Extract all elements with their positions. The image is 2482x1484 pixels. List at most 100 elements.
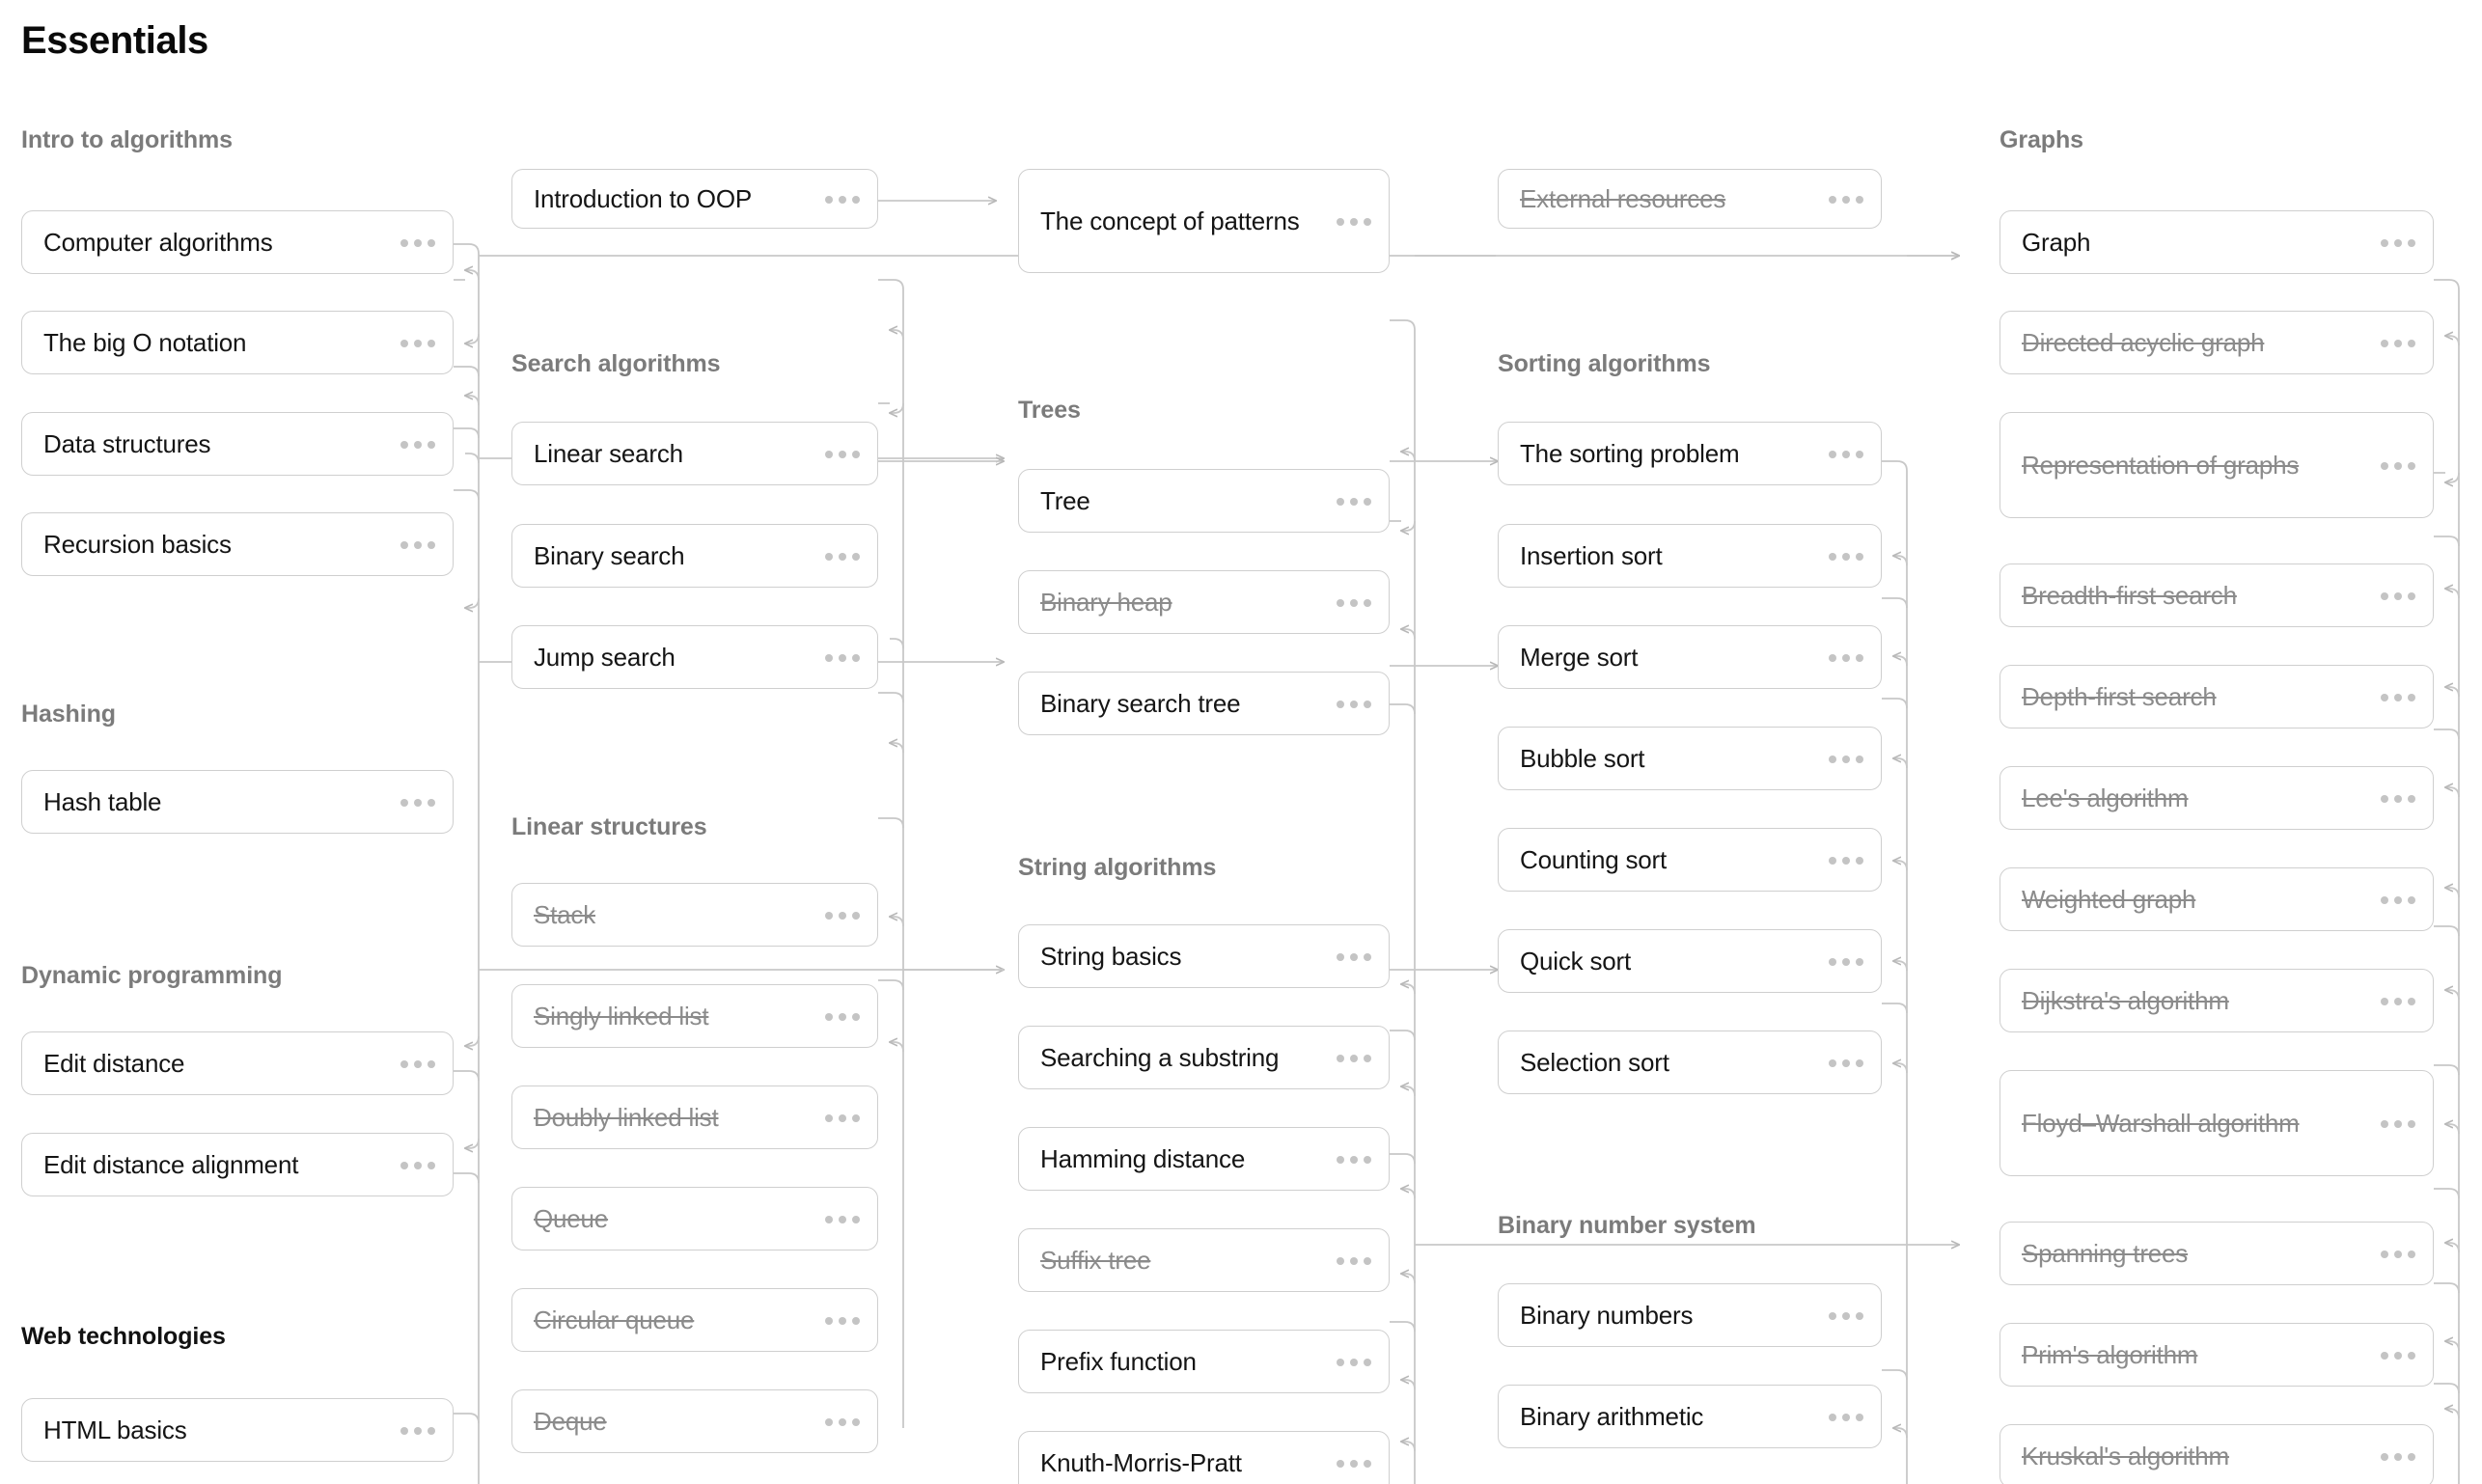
roadmap-card[interactable]: Tree bbox=[1018, 469, 1390, 533]
ellipsis-icon[interactable] bbox=[825, 1086, 860, 1149]
ellipsis-icon[interactable] bbox=[2381, 210, 2415, 274]
roadmap-card[interactable]: Doubly linked list bbox=[511, 1086, 878, 1149]
roadmap-card[interactable]: Linear search bbox=[511, 422, 878, 485]
roadmap-card[interactable]: Kruskal's algorithm bbox=[1999, 1424, 2434, 1484]
roadmap-card[interactable]: External resources bbox=[1498, 169, 1882, 229]
roadmap-card[interactable]: Knuth-Morris-Pratt bbox=[1018, 1431, 1390, 1484]
ellipsis-icon[interactable] bbox=[1829, 727, 1863, 790]
roadmap-card[interactable]: Breadth-first search bbox=[1999, 563, 2434, 627]
ellipsis-icon[interactable] bbox=[825, 422, 860, 485]
roadmap-card[interactable]: Hamming distance bbox=[1018, 1127, 1390, 1191]
ellipsis-icon[interactable] bbox=[1337, 1330, 1371, 1393]
ellipsis-icon[interactable] bbox=[400, 1031, 435, 1095]
ellipsis-icon[interactable] bbox=[1337, 1228, 1371, 1292]
roadmap-card[interactable]: Dijkstra's algorithm bbox=[1999, 969, 2434, 1032]
ellipsis-icon[interactable] bbox=[825, 169, 860, 229]
roadmap-card[interactable]: Lee's algorithm bbox=[1999, 766, 2434, 830]
ellipsis-icon[interactable] bbox=[1337, 469, 1371, 533]
roadmap-card[interactable]: Representation of graphs bbox=[1999, 412, 2434, 518]
roadmap-card[interactable]: Binary heap bbox=[1018, 570, 1390, 634]
ellipsis-icon[interactable] bbox=[1337, 1026, 1371, 1089]
ellipsis-icon[interactable] bbox=[400, 210, 435, 274]
ellipsis-icon[interactable] bbox=[1829, 625, 1863, 689]
roadmap-card[interactable]: Merge sort bbox=[1498, 625, 1882, 689]
roadmap-card[interactable]: Weighted graph bbox=[1999, 867, 2434, 931]
roadmap-card[interactable]: Spanning trees bbox=[1999, 1222, 2434, 1285]
ellipsis-icon[interactable] bbox=[1337, 924, 1371, 988]
roadmap-card[interactable]: Prim's algorithm bbox=[1999, 1323, 2434, 1387]
ellipsis-icon[interactable] bbox=[1337, 1127, 1371, 1191]
roadmap-card[interactable]: Binary search tree bbox=[1018, 672, 1390, 735]
roadmap-card[interactable]: Binary numbers bbox=[1498, 1283, 1882, 1347]
ellipsis-icon[interactable] bbox=[1829, 1385, 1863, 1448]
roadmap-card[interactable]: Quick sort bbox=[1498, 929, 1882, 993]
ellipsis-icon[interactable] bbox=[1829, 1283, 1863, 1347]
ellipsis-icon[interactable] bbox=[825, 1389, 860, 1453]
roadmap-card[interactable]: Depth-first search bbox=[1999, 665, 2434, 728]
ellipsis-icon[interactable] bbox=[400, 1133, 435, 1196]
roadmap-card[interactable]: Directed acyclic graph bbox=[1999, 311, 2434, 374]
roadmap-card[interactable]: Floyd–Warshall algorithm bbox=[1999, 1070, 2434, 1176]
ellipsis-icon[interactable] bbox=[400, 512, 435, 576]
roadmap-card[interactable]: String basics bbox=[1018, 924, 1390, 988]
roadmap-card[interactable]: The sorting problem bbox=[1498, 422, 1882, 485]
ellipsis-icon[interactable] bbox=[2381, 1222, 2415, 1285]
roadmap-card[interactable]: Searching a substring bbox=[1018, 1026, 1390, 1089]
ellipsis-icon[interactable] bbox=[1829, 828, 1863, 892]
roadmap-card[interactable]: Data structures bbox=[21, 412, 454, 476]
ellipsis-icon[interactable] bbox=[825, 883, 860, 947]
roadmap-card[interactable]: Recursion basics bbox=[21, 512, 454, 576]
roadmap-card[interactable]: Binary search bbox=[511, 524, 878, 588]
ellipsis-icon[interactable] bbox=[1829, 169, 1863, 229]
roadmap-card[interactable]: Deque bbox=[511, 1389, 878, 1453]
ellipsis-icon[interactable] bbox=[2381, 412, 2415, 518]
roadmap-card[interactable]: Binary arithmetic bbox=[1498, 1385, 1882, 1448]
ellipsis-icon[interactable] bbox=[825, 1187, 860, 1250]
ellipsis-icon[interactable] bbox=[1829, 422, 1863, 485]
ellipsis-icon[interactable] bbox=[825, 625, 860, 689]
ellipsis-icon[interactable] bbox=[2381, 766, 2415, 830]
ellipsis-icon[interactable] bbox=[1829, 524, 1863, 588]
roadmap-card[interactable]: Jump search bbox=[511, 625, 878, 689]
ellipsis-icon[interactable] bbox=[2381, 867, 2415, 931]
roadmap-card[interactable]: Singly linked list bbox=[511, 984, 878, 1048]
roadmap-card[interactable]: Prefix function bbox=[1018, 1330, 1390, 1393]
roadmap-card[interactable]: Bubble sort bbox=[1498, 727, 1882, 790]
roadmap-card[interactable]: Selection sort bbox=[1498, 1031, 1882, 1094]
ellipsis-icon[interactable] bbox=[1337, 570, 1371, 634]
ellipsis-icon[interactable] bbox=[1337, 672, 1371, 735]
ellipsis-icon[interactable] bbox=[825, 984, 860, 1048]
roadmap-card[interactable]: Edit distance alignment bbox=[21, 1133, 454, 1196]
roadmap-canvas[interactable]: Essentials Intro to algorithms Hashing Dyn… bbox=[0, 0, 2482, 1484]
ellipsis-icon[interactable] bbox=[1337, 1431, 1371, 1484]
ellipsis-icon[interactable] bbox=[2381, 1323, 2415, 1387]
roadmap-card[interactable]: Insertion sort bbox=[1498, 524, 1882, 588]
roadmap-card[interactable]: Stack bbox=[511, 883, 878, 947]
ellipsis-icon[interactable] bbox=[400, 412, 435, 476]
roadmap-card[interactable]: Circular queue bbox=[511, 1288, 878, 1352]
ellipsis-icon[interactable] bbox=[825, 524, 860, 588]
ellipsis-icon[interactable] bbox=[400, 770, 435, 834]
roadmap-card[interactable]: Edit distance bbox=[21, 1031, 454, 1095]
ellipsis-icon[interactable] bbox=[2381, 665, 2415, 728]
ellipsis-icon[interactable] bbox=[1829, 929, 1863, 993]
ellipsis-icon[interactable] bbox=[2381, 311, 2415, 374]
roadmap-card[interactable]: Hash table bbox=[21, 770, 454, 834]
ellipsis-icon[interactable] bbox=[2381, 1424, 2415, 1484]
ellipsis-icon[interactable] bbox=[2381, 563, 2415, 627]
roadmap-card[interactable]: Graph bbox=[1999, 210, 2434, 274]
roadmap-card[interactable]: The big O notation bbox=[21, 311, 454, 374]
ellipsis-icon[interactable] bbox=[1829, 1031, 1863, 1094]
roadmap-card[interactable]: The concept of patterns bbox=[1018, 169, 1390, 273]
ellipsis-icon[interactable] bbox=[400, 311, 435, 374]
ellipsis-icon[interactable] bbox=[2381, 969, 2415, 1032]
roadmap-card[interactable]: Computer algorithms bbox=[21, 210, 454, 274]
roadmap-card[interactable]: Introduction to OOP bbox=[511, 169, 878, 229]
ellipsis-icon[interactable] bbox=[2381, 1070, 2415, 1176]
roadmap-card[interactable]: HTML basics bbox=[21, 1398, 454, 1462]
roadmap-card[interactable]: Counting sort bbox=[1498, 828, 1882, 892]
roadmap-card[interactable]: Queue bbox=[511, 1187, 878, 1250]
ellipsis-icon[interactable] bbox=[825, 1288, 860, 1352]
roadmap-card[interactable]: Suffix tree bbox=[1018, 1228, 1390, 1292]
ellipsis-icon[interactable] bbox=[400, 1398, 435, 1462]
